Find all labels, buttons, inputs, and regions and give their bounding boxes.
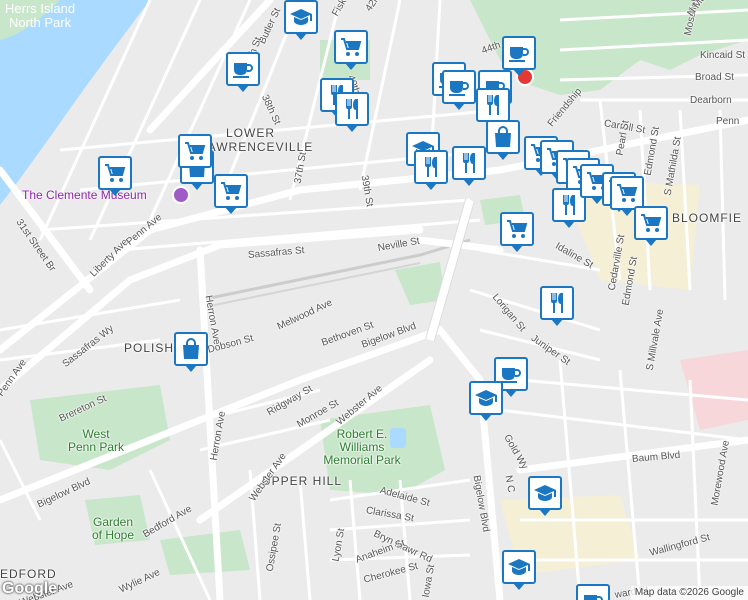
graduation-cap-icon	[507, 555, 531, 579]
graduation-cap-icon	[533, 481, 557, 505]
fork-knife-icon	[481, 93, 505, 117]
poi-pin-grocery[interactable]	[634, 206, 668, 246]
poi-pin-cafe[interactable]	[442, 70, 476, 110]
fork-knife-icon	[557, 193, 581, 217]
poi-pin-restaurant[interactable]	[540, 286, 574, 326]
coffee-cup-icon	[231, 57, 255, 81]
map-canvas[interactable]: Herrs Island North Park LOWER LAWRENCEVI…	[0, 0, 748, 600]
fork-knife-icon	[457, 151, 481, 175]
shopping-cart-icon	[639, 211, 663, 235]
museum-icon[interactable]	[172, 186, 190, 204]
coffee-cup-icon	[507, 41, 531, 65]
poi-pin-shopping[interactable]	[174, 332, 208, 372]
poi-pin-restaurant[interactable]	[335, 92, 369, 132]
shopping-cart-icon	[615, 181, 639, 205]
poi-pin-school[interactable]	[469, 381, 503, 421]
poi-pin-cafe[interactable]	[226, 52, 260, 92]
poi-pin-restaurant[interactable]	[414, 150, 448, 190]
coffee-cup-icon	[447, 75, 471, 99]
garden-of-hope	[85, 495, 150, 545]
shopping-bag-icon	[179, 337, 203, 361]
graduation-cap-icon	[289, 5, 313, 29]
poi-pin-restaurant[interactable]	[452, 146, 486, 186]
base-map	[0, 0, 748, 600]
poi-pin-cafe[interactable]	[576, 584, 610, 600]
fork-knife-icon	[419, 155, 443, 179]
poi-pin-school[interactable]	[502, 550, 536, 590]
poi-pin-school[interactable]	[284, 0, 318, 40]
shopping-cart-icon	[219, 179, 243, 203]
shopping-cart-icon	[339, 35, 363, 59]
poi-pin-restaurant[interactable]	[476, 88, 510, 128]
poi-pin-grocery[interactable]	[610, 176, 644, 216]
coffee-cup-icon	[581, 589, 605, 600]
fork-knife-icon	[340, 97, 364, 121]
shopping-bag-icon	[491, 125, 515, 149]
google-logo: Google	[2, 580, 58, 597]
shopping-cart-icon	[505, 217, 529, 241]
fork-knife-icon	[545, 291, 569, 315]
shopping-cart-icon	[103, 161, 127, 185]
map-attribution[interactable]: Map data ©2026 Google	[630, 586, 748, 600]
poi-pin-grocery[interactable]	[214, 174, 248, 214]
poi-pin-grocery[interactable]	[500, 212, 534, 252]
poi-pin-shopping[interactable]	[486, 120, 520, 160]
poi-pin-cafe[interactable]	[502, 36, 536, 76]
poi-pin-school[interactable]	[528, 476, 562, 516]
poi-pin-grocery[interactable]	[334, 30, 368, 70]
poi-pin-grocery[interactable]	[98, 156, 132, 196]
poi-pin-grocery[interactable]	[178, 134, 212, 174]
shopping-cart-icon	[183, 139, 207, 163]
graduation-cap-icon	[474, 386, 498, 410]
